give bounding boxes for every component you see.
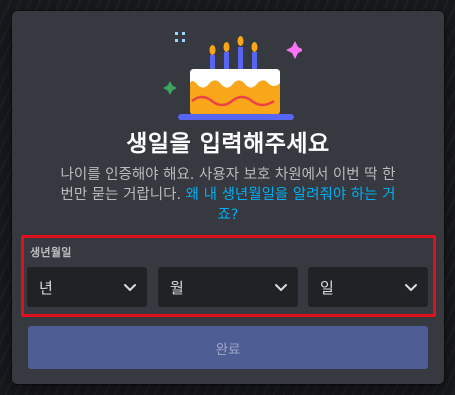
sparkle-icon	[163, 81, 177, 95]
date-of-birth-section: 생년월일 년 월 일	[21, 235, 436, 317]
sparkle-icon	[286, 41, 302, 59]
month-placeholder: 월	[170, 279, 184, 297]
dob-label: 생년월일	[30, 246, 72, 259]
birthday-cake-icon	[163, 32, 302, 120]
why-birthday-link-text: 죠?	[217, 207, 239, 223]
chevron-down-icon	[124, 284, 136, 291]
submit-button-label: 완료	[215, 341, 241, 358]
year-placeholder: 년	[39, 279, 53, 297]
modal-description: 나이를 인증해야 해요. 사용자 보호 차원에서 이번 딱 한 번만 묻는 거랍…	[52, 165, 404, 225]
birthday-modal: 생일을 입력해주세요 나이를 인증해야 해요. 사용자 보호 차원에서 이번 딱…	[12, 11, 444, 384]
page-title: 생일을 입력해주세요	[126, 131, 330, 157]
why-birthday-link-text: 왜 내 생년월일을 알려줘야 하는 거	[185, 187, 396, 203]
year-select[interactable]: 년	[27, 267, 147, 307]
month-select[interactable]: 월	[158, 267, 298, 307]
chevron-down-icon	[275, 284, 287, 291]
sparkle-icon	[175, 32, 185, 42]
why-birthday-link[interactable]: 왜 내 생년월일을 알려줘야 하는 거죠?	[186, 187, 396, 223]
chevron-down-icon	[405, 284, 417, 291]
day-placeholder: 일	[320, 279, 334, 297]
description-text: 나이를 인증해야 해요. 사용자 보호 차원에서 이번 딱 한	[60, 167, 396, 183]
day-select[interactable]: 일	[308, 267, 428, 307]
description-text: 번만 묻는 거랍니다.	[60, 187, 186, 203]
submit-button[interactable]: 완료	[28, 326, 428, 369]
